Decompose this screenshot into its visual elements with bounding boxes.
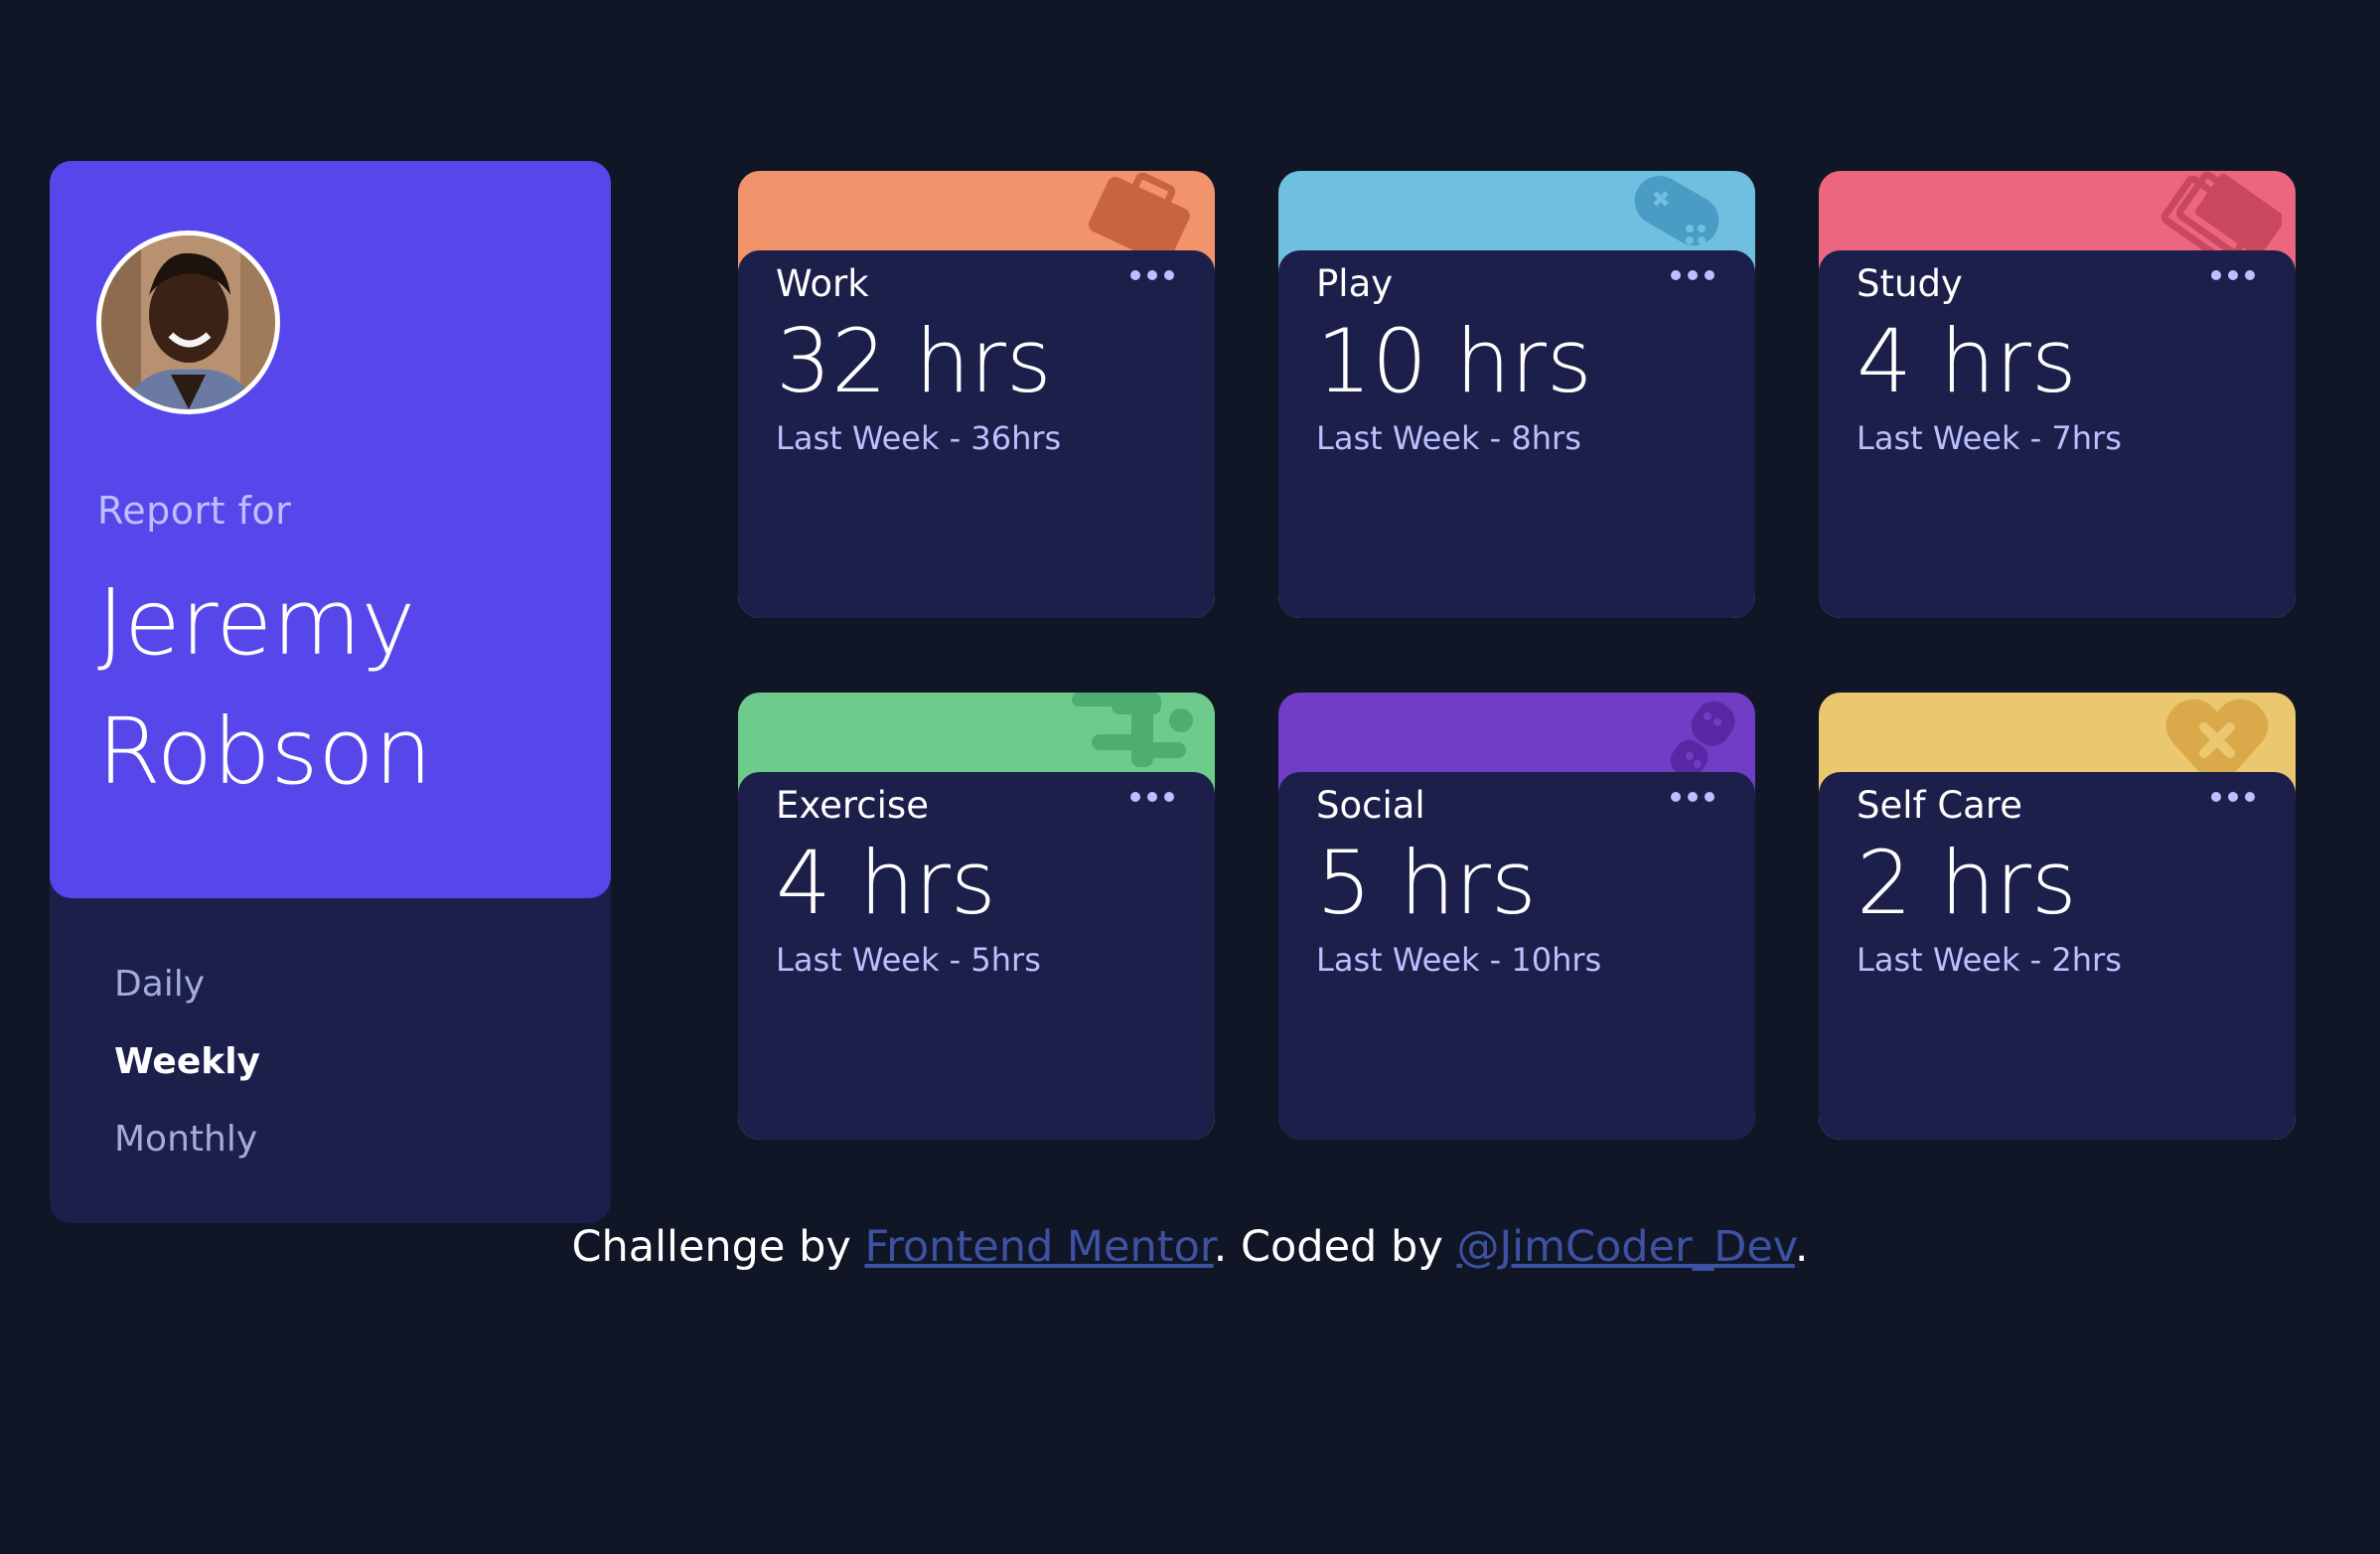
card-social: Social 5 hrs Last Week - 10hrs <box>1278 693 1755 1140</box>
more-options-icon[interactable] <box>1127 260 1177 290</box>
footer-prefix: Challenge by <box>571 1222 865 1272</box>
card-previous-hours: Last Week - 2hrs <box>1857 941 2122 979</box>
card-work: Work 32 hrs Last Week - 36hrs <box>738 171 1215 618</box>
card-current-hours: 4 hrs <box>776 832 996 934</box>
card-self-care: Self Care 2 hrs Last Week - 2hrs <box>1819 693 2296 1140</box>
card-title: Play <box>1316 262 1394 305</box>
more-options-icon[interactable] <box>2208 260 2258 290</box>
footer-suffix: . <box>1794 1222 1809 1272</box>
card-title: Social <box>1316 784 1425 827</box>
period-selector: Daily Weekly Monthly <box>114 946 260 1178</box>
card-current-hours: 32 hrs <box>776 310 1052 412</box>
card-study: Study 4 hrs Last Week - 7hrs <box>1819 171 2296 618</box>
card-previous-hours: Last Week - 10hrs <box>1316 941 1602 979</box>
card-current-hours: 5 hrs <box>1316 832 1537 934</box>
card-previous-hours: Last Week - 36hrs <box>776 419 1062 457</box>
frontend-mentor-link[interactable]: Frontend Mentor <box>865 1222 1214 1272</box>
profile-card: Report for Jeremy Robson Daily Weekly Mo… <box>50 161 611 1223</box>
report-for-label: Report for <box>97 489 292 533</box>
card-title: Work <box>776 262 869 305</box>
card-play: Play 10 hrs Last Week - 8hrs <box>1278 171 1755 618</box>
more-options-icon[interactable] <box>1668 782 1717 812</box>
card-exercise: Exercise 4 hrs Last Week - 5hrs <box>738 693 1215 1140</box>
card-current-hours: 10 hrs <box>1316 310 1592 412</box>
card-current-hours: 2 hrs <box>1857 832 2077 934</box>
running-icon <box>1072 693 1193 767</box>
user-name: Jeremy Robson <box>97 558 584 817</box>
card-title: Exercise <box>776 784 929 827</box>
card-title: Self Care <box>1857 784 2022 827</box>
social-icon <box>1670 700 1735 778</box>
card-previous-hours: Last Week - 5hrs <box>776 941 1041 979</box>
more-options-icon[interactable] <box>1668 260 1717 290</box>
period-weekly[interactable]: Weekly <box>114 1023 260 1101</box>
more-options-icon[interactable] <box>1127 782 1177 812</box>
avatar <box>96 231 280 414</box>
gamepad-icon <box>1634 176 1719 245</box>
more-options-icon[interactable] <box>2208 782 2258 812</box>
user-last-name: Robson <box>97 699 433 805</box>
user-first-name: Jeremy <box>97 569 416 676</box>
books-icon <box>2160 171 2282 260</box>
heart-icon <box>2165 699 2269 782</box>
profile-header: Report for Jeremy Robson <box>50 161 611 898</box>
period-monthly[interactable]: Monthly <box>114 1101 260 1178</box>
period-daily[interactable]: Daily <box>114 946 260 1023</box>
card-previous-hours: Last Week - 8hrs <box>1316 419 1581 457</box>
author-link[interactable]: @JimCoder_Dev <box>1456 1222 1794 1272</box>
attribution-footer: Challenge by Frontend Mentor. Coded by @… <box>0 1222 2380 1272</box>
card-current-hours: 4 hrs <box>1857 310 2077 412</box>
briefcase-icon <box>1089 172 1190 260</box>
card-previous-hours: Last Week - 7hrs <box>1857 419 2122 457</box>
footer-middle: . Coded by <box>1213 1222 1457 1272</box>
card-title: Study <box>1857 262 1963 305</box>
